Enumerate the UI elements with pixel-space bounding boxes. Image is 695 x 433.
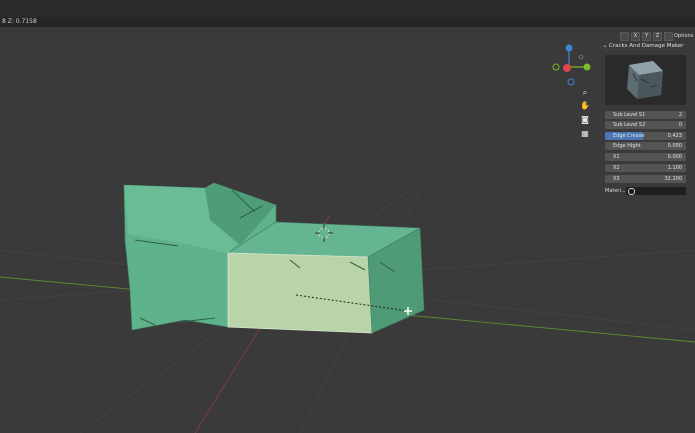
prop-sub-level-s1[interactable]: Sub Level S1 2 (605, 111, 686, 119)
x-axis-handle (563, 64, 571, 72)
top-bar (0, 0, 695, 17)
navigation-gizmo[interactable] (549, 42, 595, 88)
panel-title: Cracks And Damage Maker (609, 43, 684, 49)
zoom-icon[interactable]: ⌕ (579, 87, 591, 99)
material-icon (628, 188, 635, 195)
3d-viewport[interactable]: X Y Z Options ⌕ ✋ ◙ ▦ ⌄ Cracks And Damage… (0, 27, 695, 433)
options-dropdown[interactable]: Options (674, 31, 693, 41)
material-label: Materi... (605, 188, 626, 194)
cursor-coords: 8 Z: 0.7158 (2, 18, 37, 25)
pan-hand-icon[interactable]: ✋ (579, 100, 591, 112)
prop-edge-hight[interactable]: Edge Hight 0.000 (605, 142, 686, 150)
panel-header[interactable]: ⌄ Cracks And Damage Maker (601, 41, 690, 52)
grid-view-icon[interactable]: ▦ (579, 128, 591, 140)
prop-x1[interactable]: X1 0.000 (605, 153, 686, 161)
prop-x2[interactable]: X2 1.100 (605, 164, 686, 172)
mirror-z-button[interactable]: Z (653, 31, 662, 41)
material-row: Materi... (605, 187, 686, 196)
z-axis-handle (565, 44, 573, 52)
camera-icon[interactable]: ◙ (579, 114, 591, 126)
status-bar: 8 Z: 0.7158 (0, 17, 695, 27)
mirror-y-button[interactable]: Y (642, 31, 651, 41)
xray-toggle-button[interactable] (620, 31, 629, 41)
mesh-object[interactable] (123, 182, 425, 334)
material-field[interactable] (626, 187, 686, 195)
addon-panel: ⌄ Cracks And Damage Maker Sub Level S1 2 S… (601, 41, 690, 201)
viewport-header-tools: X Y Z (620, 31, 673, 41)
preview-thumbnail[interactable] (605, 55, 686, 105)
expand-icon[interactable] (664, 31, 673, 41)
prop-sub-level-s2[interactable]: Sub Level S2 0 (605, 121, 686, 129)
y-axis-handle (583, 63, 591, 71)
prop-edge-crease[interactable]: Edge Crease 0.423 (605, 132, 686, 140)
mirror-x-button[interactable]: X (631, 31, 640, 41)
prop-x3[interactable]: X3 32.200 (605, 175, 686, 183)
chevron-down-icon: ⌄ (602, 43, 608, 49)
